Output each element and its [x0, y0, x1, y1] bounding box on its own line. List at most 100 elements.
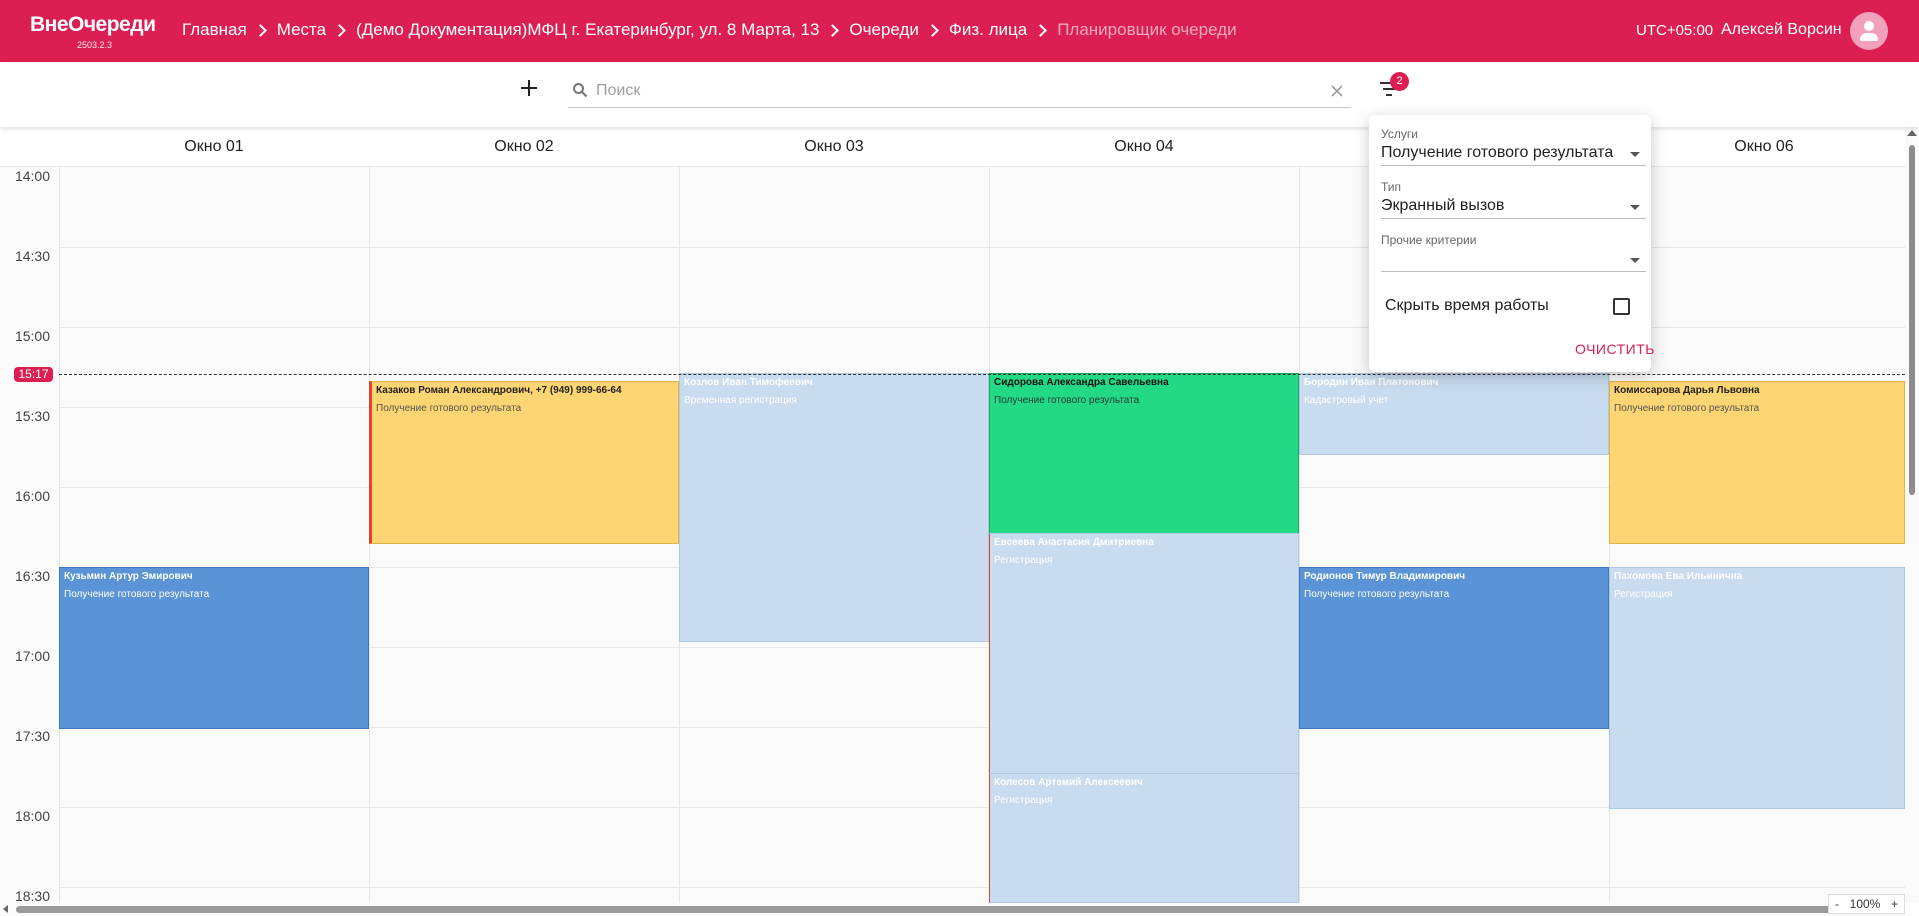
column-header-window-01: Окно 01: [184, 138, 244, 155]
services-label: Услуги: [1381, 127, 1418, 141]
appointment-card[interactable]: Евсеева Анастасия Дмитриевна Регистрация: [989, 533, 1299, 774]
search-box: [568, 78, 1351, 108]
time-label: 18:30: [14, 888, 50, 903]
breadcrumb-home[interactable]: Главная: [182, 20, 247, 40]
breadcrumb-queue[interactable]: Физ. лица: [949, 20, 1027, 40]
appointment-client: Колесов Артемий Алексеевич: [994, 777, 1143, 788]
appointment-card[interactable]: Родионов Тимур Владимирович Получение го…: [1299, 567, 1609, 729]
time-label: 15:00: [14, 328, 50, 344]
appointment-service: Получение готового результата: [1304, 589, 1450, 600]
user-name[interactable]: Алексей Ворсин: [1721, 21, 1842, 39]
breadcrumb-current: Планировщик очереди: [1057, 20, 1237, 39]
breadcrumb-queues[interactable]: Очереди: [849, 20, 919, 40]
appointment-client: Козлов Иван Тимофеевич: [684, 377, 813, 388]
zoom-level: 100%: [1849, 897, 1881, 911]
appointment-card[interactable]: Бородин Иван Платонович Кадастровый учет: [1299, 373, 1609, 455]
appointment-card[interactable]: Сидорова Александра Савельевна Получение…: [989, 373, 1299, 534]
appointment-client: Родионов Тимур Владимирович: [1304, 571, 1466, 582]
chevron-right-icon: [1034, 23, 1048, 37]
breadcrumb-places[interactable]: Места: [277, 20, 326, 40]
appointment-client: Казаков Роман Александрович, +7 (949) 99…: [376, 385, 622, 396]
appointment-card[interactable]: Комиссарова Дарья Львовна Получение гото…: [1609, 381, 1905, 544]
time-label: 17:00: [14, 648, 50, 664]
other-criteria-select[interactable]: Прочие критерии: [1381, 233, 1646, 272]
timezone: UTC+05:00: [1636, 22, 1714, 39]
chevron-right-icon: [333, 23, 346, 37]
time-label: 17:30: [14, 728, 50, 744]
grid-line: [1299, 167, 1300, 903]
appointment-service: Регистрация: [994, 795, 1053, 806]
search-input[interactable]: [596, 80, 1296, 102]
hide-work-time-checkbox[interactable]: [1613, 298, 1630, 315]
type-value-text: Экранный вызов: [1381, 197, 1505, 214]
appointment-service: Регистрация: [994, 555, 1053, 566]
appointment-service: Временная регистрация: [684, 395, 797, 406]
scroll-arrow-icon[interactable]: [3, 905, 8, 913]
appointment-client: Пахомова Ева Ильинична: [1614, 571, 1743, 582]
services-select[interactable]: Услуги Получение готового результата: [1381, 127, 1646, 166]
column-header-window-04: Окно 04: [1114, 138, 1174, 155]
breadcrumb: Главная Места (Демо Документация)МФЦ г. …: [182, 20, 1237, 40]
time-label: 15:30: [14, 408, 50, 424]
logo[interactable]: ВнеОчереди 2503.2.3: [30, 13, 160, 50]
appointment-client: Кузьмин Артур Эмирович: [64, 571, 193, 582]
appointment-service: Получение готового результата: [64, 589, 210, 600]
scroll-arrow-icon[interactable]: [1907, 130, 1917, 136]
chevron-right-icon: [253, 23, 267, 37]
breadcrumb-place[interactable]: (Демо Документация)МФЦ г. Екатеринбург, …: [356, 20, 819, 40]
services-value[interactable]: Получение готового результата: [1381, 141, 1646, 166]
services-value-text: Получение готового результата: [1381, 144, 1614, 161]
app-header: ВнеОчереди 2503.2.3 Главная Места (Демо …: [0, 0, 1919, 62]
avatar-icon[interactable]: [1850, 12, 1888, 50]
zoom-control: - 100% +: [1828, 894, 1905, 914]
appointment-client: Евсеева Анастасия Дмитриевна: [994, 537, 1154, 548]
scrollbar-thumb[interactable]: [16, 906, 1894, 913]
chevron-down-icon: [1630, 205, 1640, 210]
grid-line: [59, 887, 1905, 888]
appointment-service: Получение готового результата: [994, 395, 1140, 406]
appointment-service: Регистрация: [1614, 589, 1673, 600]
close-icon[interactable]: [1330, 84, 1344, 98]
appointment-card[interactable]: Кузьмин Артур Эмирович Получение готовог…: [59, 567, 369, 729]
time-label: 14:30: [14, 248, 50, 264]
column-header-window-02: Окно 02: [494, 138, 554, 155]
column-header-window-06: Окно 06: [1734, 138, 1794, 155]
appointment-card[interactable]: Пахомова Ева Ильинична Регистрация: [1609, 567, 1905, 809]
chevron-down-icon: [1630, 258, 1640, 263]
time-label: 16:30: [14, 568, 50, 584]
filter-panel: Услуги Получение готового результата Тип…: [1369, 115, 1651, 372]
type-select[interactable]: Тип Экранный вызов: [1381, 180, 1646, 219]
app-version: 2503.2.3: [77, 40, 113, 50]
clear-filters-button[interactable]: ОЧИСТИТЬ: [1575, 341, 1655, 357]
current-time-line: [59, 374, 1905, 375]
appointment-client: Бородин Иван Платонович: [1304, 377, 1439, 388]
current-time-badge: 15:17: [14, 367, 53, 382]
vertical-scrollbar[interactable]: [1905, 127, 1919, 903]
chevron-right-icon: [826, 23, 840, 37]
chevron-down-icon: [1630, 152, 1640, 157]
time-label: 18:00: [14, 808, 50, 824]
appointment-service: Кадастровый учет: [1304, 395, 1389, 406]
column-header-window-03: Окно 03: [804, 138, 864, 155]
add-button[interactable]: [516, 75, 542, 101]
scrollbar-thumb[interactable]: [1909, 145, 1915, 495]
appointment-card[interactable]: Казаков Роман Александрович, +7 (949) 99…: [369, 381, 679, 544]
hide-work-time-label: Скрыть время работы: [1385, 297, 1549, 314]
horizontal-scrollbar[interactable]: [0, 903, 1905, 916]
search-icon: [573, 83, 588, 98]
type-value[interactable]: Экранный вызов: [1381, 194, 1646, 219]
logo-text: ВнеОчереди: [30, 13, 156, 36]
zoom-in-button[interactable]: +: [1891, 897, 1898, 911]
filter-count-badge: 2: [1390, 72, 1409, 91]
appointment-client: Сидорова Александра Савельевна: [994, 377, 1169, 388]
appointment-card[interactable]: Козлов Иван Тимофеевич Временная регистр…: [679, 373, 989, 642]
other-criteria-label: Прочие критерии: [1381, 233, 1477, 247]
chevron-right-icon: [926, 23, 939, 37]
zoom-out-button[interactable]: -: [1835, 897, 1839, 911]
other-criteria-value[interactable]: [1381, 247, 1646, 272]
grid-line: [59, 167, 60, 903]
appointment-card[interactable]: Колесов Артемий Алексеевич Регистрация: [989, 773, 1299, 903]
appointment-service: Получение готового результата: [376, 403, 522, 414]
appointment-client: Комиссарова Дарья Львовна: [1614, 385, 1760, 396]
time-label: 14:00: [14, 168, 50, 184]
